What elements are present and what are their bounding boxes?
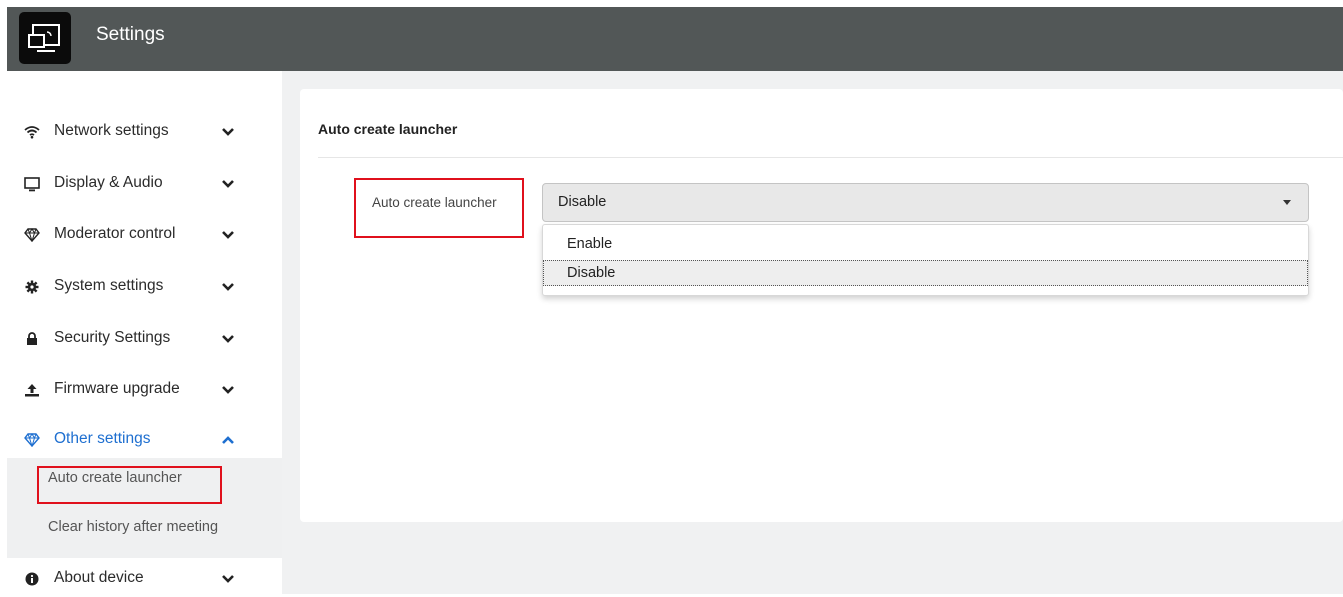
sidebar-item-firmware-upgrade[interactable]: Firmware upgrade [7, 372, 282, 408]
chevron-down-icon [222, 128, 234, 136]
field-label: Auto create launcher [372, 195, 497, 210]
sidebar-item-label: Moderator control [54, 225, 176, 242]
chevron-down-icon [222, 575, 234, 583]
submenu-item-clear-history[interactable]: Clear history after meeting [7, 508, 282, 548]
sidebar-item-label: About device [54, 569, 144, 586]
sidebar-item-label: Other settings [54, 430, 151, 447]
sidebar-item-moderator-control[interactable]: Moderator control [7, 217, 282, 253]
sidebar-item-label: Firmware upgrade [54, 380, 180, 397]
sidebar-item-system-settings[interactable]: System settings [7, 269, 282, 305]
submenu-item-label: Clear history after meeting [48, 519, 219, 535]
select-value: Disable [558, 194, 607, 210]
sidebar-item-label: Display & Audio [54, 174, 163, 191]
top-bar: Settings [7, 7, 1343, 71]
highlight-box [37, 466, 222, 504]
chevron-down-icon [222, 386, 234, 394]
chevron-down-icon [222, 231, 234, 239]
screen-cast-icon [19, 12, 71, 64]
settings-panel: Auto create launcher Auto create launche… [300, 89, 1343, 522]
diamond-icon [24, 227, 40, 243]
select-dropdown: Enable Disable [542, 224, 1309, 296]
divider [318, 157, 1343, 158]
option-label: Enable [567, 236, 613, 252]
panel-title: Auto create launcher [318, 121, 458, 137]
chevron-up-icon [222, 436, 234, 444]
info-icon [24, 571, 40, 587]
monitor-icon [24, 176, 40, 192]
sidebar-item-label: Security Settings [54, 329, 171, 346]
chevron-down-icon [222, 283, 234, 291]
lock-icon [24, 331, 40, 347]
wifi-icon [24, 124, 40, 140]
sidebar-item-about-device[interactable]: About device [7, 561, 282, 597]
sidebar-item-security-settings[interactable]: Security Settings [7, 321, 282, 357]
sidebar: Network settings Display & Audio Moderat… [7, 71, 282, 594]
sidebar-item-network-settings[interactable]: Network settings [7, 114, 282, 150]
diamond-icon [24, 432, 40, 448]
option-disable[interactable]: Disable [543, 260, 1308, 286]
settings-app: Settings Network settings Display & Audi… [7, 7, 1343, 594]
app-title: Settings [96, 24, 165, 45]
caret-down-icon [1283, 200, 1291, 205]
option-enable[interactable]: Enable [543, 231, 1308, 257]
sidebar-item-label: System settings [54, 277, 164, 294]
sidebar-item-label: Network settings [54, 122, 169, 139]
option-label: Disable [567, 265, 616, 281]
sidebar-item-display-audio[interactable]: Display & Audio [7, 166, 282, 202]
sidebar-item-other-settings[interactable]: Other settings [7, 422, 282, 458]
auto-create-launcher-select[interactable]: Disable [542, 183, 1309, 222]
chevron-down-icon [222, 335, 234, 343]
gear-icon [24, 279, 40, 295]
upload-icon [24, 382, 40, 398]
chevron-down-icon [222, 180, 234, 188]
